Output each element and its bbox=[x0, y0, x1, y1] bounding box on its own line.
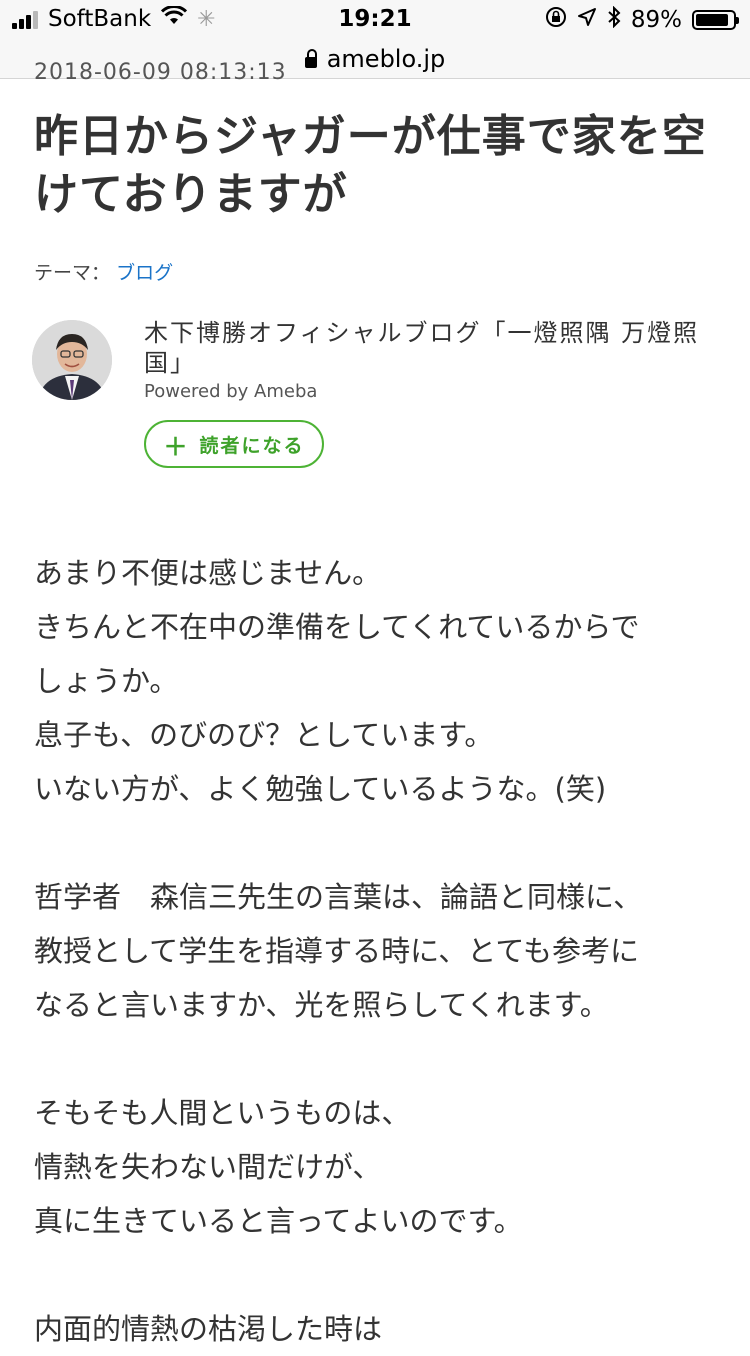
bluetooth-icon bbox=[607, 5, 621, 34]
follow-button[interactable]: ＋ 読者になる bbox=[144, 420, 324, 468]
body-line: そもそも人間というものは、 bbox=[34, 1096, 411, 1130]
url-domain: ameblo.jp bbox=[326, 45, 446, 73]
body-line: 哲学者 森信三先生の言葉は、論語と同様に、 bbox=[34, 880, 643, 914]
plus-icon: ＋ bbox=[163, 432, 190, 461]
status-right: 89% bbox=[535, 5, 739, 34]
body-line: きちんと不在中の準備をしてくれているからで bbox=[34, 610, 640, 644]
article-date: 2018-06-09 08:13:13 bbox=[34, 60, 287, 85]
body-line: しょうか。 bbox=[34, 664, 179, 698]
theme-link[interactable]: ブログ bbox=[116, 262, 173, 284]
powered-by: Powered by Ameba bbox=[144, 381, 318, 402]
article-body: あまり不便は感じません。 きちんと不在中の準備をしてくれているからで しょうか。… bbox=[34, 546, 724, 1356]
body-line: あまり不便は感じません。 bbox=[34, 556, 382, 590]
battery-icon bbox=[692, 10, 739, 30]
blog-name[interactable]: 木下博勝オフィシャルブログ「一燈照隅 万燈照国」 bbox=[144, 318, 714, 378]
body-line: 情熱を失わない間だけが、 bbox=[34, 1150, 382, 1184]
avatar[interactable] bbox=[32, 320, 112, 400]
article-title: 昨日からジャガーが仕事で家を空けておりますが bbox=[34, 111, 707, 220]
body-line: なると言いますか、光を照らしてくれます。 bbox=[34, 988, 609, 1022]
avatar-portrait-icon bbox=[32, 320, 112, 400]
theme-label: テーマ： bbox=[34, 262, 111, 284]
rotation-lock-icon bbox=[545, 6, 567, 34]
article-theme: テーマ： ブログ bbox=[34, 258, 173, 285]
body-line: 内面的情熱の枯渇した時は bbox=[34, 1312, 383, 1346]
body-line: 息子も、のびのび？としています。 bbox=[34, 718, 494, 752]
battery-percent: 89% bbox=[630, 7, 682, 33]
status-bar: SoftBank ✳ 19:21 89% bbox=[0, 0, 750, 40]
body-line: 教授として学生を指導する時に、とても参考に bbox=[34, 934, 639, 968]
body-line: 真に生きていると言ってよいのです。 bbox=[34, 1204, 523, 1238]
battery-fill bbox=[696, 14, 729, 26]
location-arrow-icon bbox=[577, 7, 597, 33]
body-line: いない方が、よく勉強しているような。(笑) bbox=[34, 772, 607, 806]
follow-button-label: 読者になる bbox=[199, 434, 305, 457]
lock-icon bbox=[304, 48, 317, 68]
